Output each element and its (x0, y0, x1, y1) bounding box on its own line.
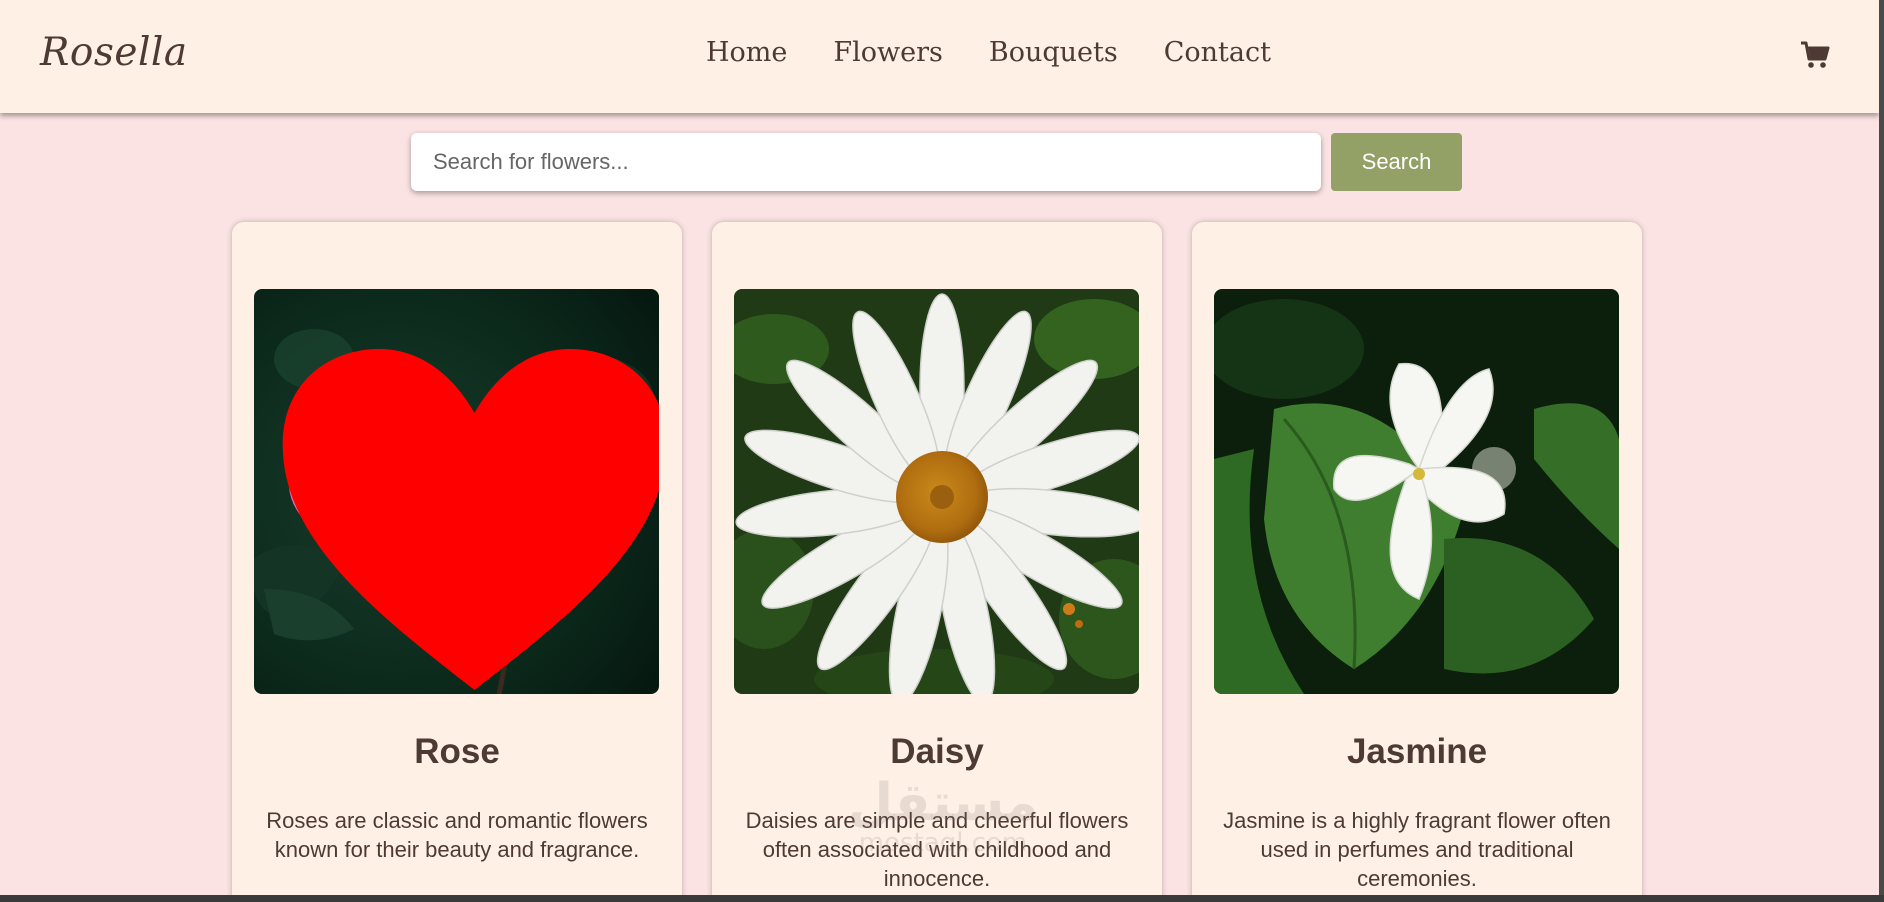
nav-links: Home Flowers Bouquets Contact (706, 37, 1271, 68)
daisy-image (734, 289, 1139, 694)
search-button[interactable]: Search (1331, 133, 1462, 191)
card-description: Jasmine is a highly fragrant flower ofte… (1223, 808, 1611, 891)
shopping-cart-icon[interactable] (1800, 40, 1830, 70)
search-input[interactable] (411, 133, 1321, 191)
brand-logo[interactable]: Rosella (40, 30, 188, 75)
card-description: Daisies are simple and cheerful flowers … (745, 808, 1129, 891)
rose-image (254, 289, 659, 694)
flower-card-rose: Rose Roses are classic and romantic flow… (232, 222, 682, 895)
nav-link-flowers[interactable]: Flowers (833, 37, 942, 68)
nav-link-bouquets[interactable]: Bouquets (989, 37, 1118, 68)
card-title: Rose (414, 732, 500, 771)
page-viewport: Rosella Home Flowers Bouquets Contact Se… (0, 0, 1879, 895)
nav-link-home[interactable]: Home (706, 37, 787, 68)
jasmine-image (1214, 289, 1619, 694)
card-title: Daisy (890, 732, 984, 771)
flower-card-jasmine: Jasmine Jasmine is a highly fragrant flo… (1192, 222, 1642, 895)
nav-link-contact[interactable]: Contact (1164, 37, 1271, 68)
favorite-heart-icon[interactable] (272, 317, 659, 691)
card-description: Roses are classic and romantic flowers k… (266, 808, 648, 862)
flower-card-daisy: Daisy Daisies are simple and cheerful fl… (712, 222, 1162, 895)
navbar: Rosella Home Flowers Bouquets Contact (0, 0, 1879, 113)
vertical-scrollbar[interactable] (1879, 0, 1884, 895)
card-title: Jasmine (1346, 732, 1488, 771)
